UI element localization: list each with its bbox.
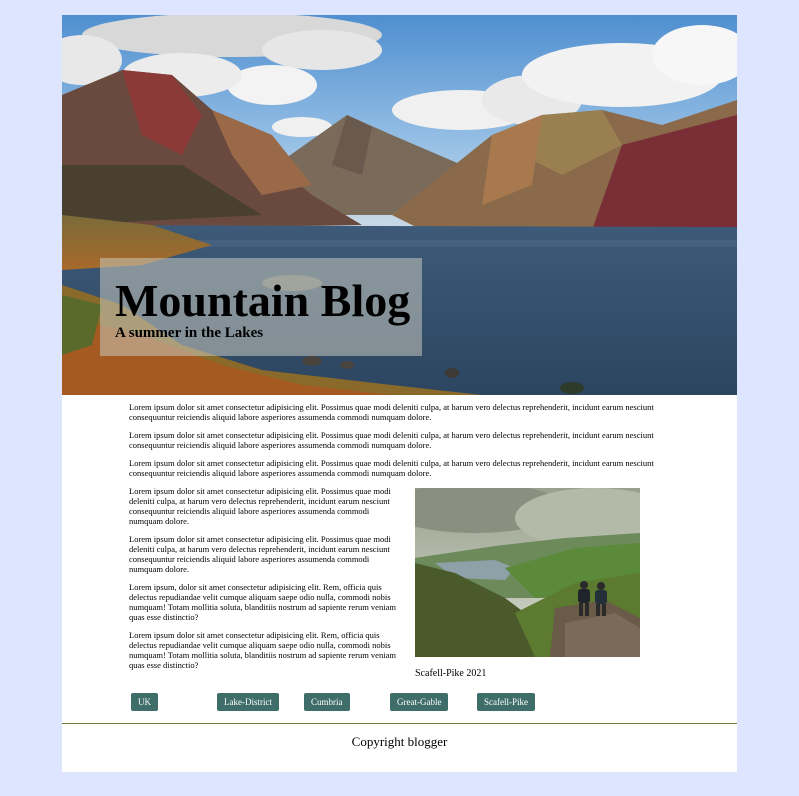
title-box: Mountain Blog A summer in the Lakes: [100, 258, 422, 356]
article-paragraph: Lorem ipsum dolor sit amet consectetur a…: [129, 402, 654, 422]
tag-scafell-pike[interactable]: Scafell-Pike: [477, 693, 535, 711]
tag-great-gable[interactable]: Great-Gable: [390, 693, 449, 711]
article-paragraph: Lorem ipsum dolor sit amet consectetur a…: [129, 534, 391, 574]
footer-copyright: Copyright blogger: [351, 734, 448, 749]
article-paragraph: Lorem ipsum dolor sit amet consectetur a…: [129, 458, 654, 478]
article-figure: Scafell-Pike 2021: [415, 488, 640, 679]
tag-cumbria[interactable]: Cumbria: [304, 693, 350, 711]
tag-list: UK Lake-District Cumbria Great-Gable Sca…: [62, 692, 737, 712]
footer-divider: [62, 723, 737, 724]
blog-title: Mountain Blog: [115, 275, 411, 326]
article-paragraph: Lorem ipsum dolor sit amet consectetur a…: [129, 630, 396, 670]
page-container: Mountain Blog A summer in the Lakes Lore…: [62, 15, 737, 772]
tag-uk[interactable]: UK: [131, 693, 158, 711]
article-paragraph: Lorem ipsum, dolor sit amet consectetur …: [129, 582, 396, 622]
blog-subtitle: A summer in the Lakes: [115, 325, 264, 341]
figure-caption: Scafell-Pike 2021: [415, 668, 487, 679]
tag-lake-district[interactable]: Lake-District: [217, 693, 279, 711]
article-paragraph: Lorem ipsum dolor sit amet consectetur a…: [129, 430, 654, 450]
hero-image: Mountain Blog A summer in the Lakes: [62, 15, 737, 395]
article-side-column: Lorem ipsum dolor sit amet consectetur a…: [129, 486, 399, 678]
article-paragraph: Lorem ipsum dolor sit amet consectetur a…: [129, 486, 391, 526]
hikers-photo-icon: [415, 488, 640, 657]
article-intro: Lorem ipsum dolor sit amet consectetur a…: [129, 402, 657, 486]
